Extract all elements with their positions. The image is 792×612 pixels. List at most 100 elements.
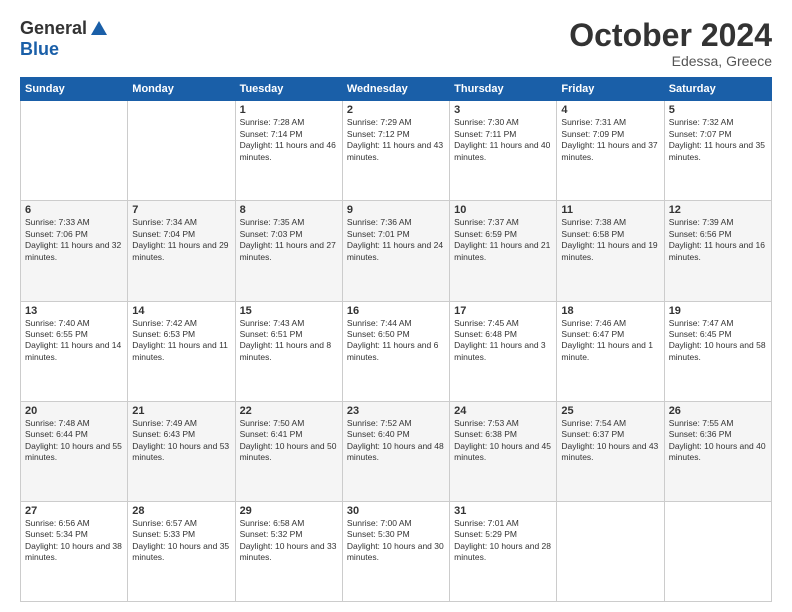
day-number: 19	[669, 305, 767, 317]
day-info: Sunrise: 7:42 AMSunset: 6:53 PMDaylight:…	[132, 318, 230, 364]
calendar-cell: 27Sunrise: 6:56 AMSunset: 5:34 PMDayligh…	[21, 501, 128, 601]
day-info: Sunrise: 6:56 AMSunset: 5:34 PMDaylight:…	[25, 518, 123, 564]
day-number: 10	[454, 204, 552, 216]
day-number: 11	[561, 204, 659, 216]
day-number: 26	[669, 405, 767, 417]
calendar-page: General Blue October 2024 Edessa, Greece…	[0, 0, 792, 612]
calendar-cell: 3Sunrise: 7:30 AMSunset: 7:11 PMDaylight…	[450, 101, 557, 201]
calendar-cell: 17Sunrise: 7:45 AMSunset: 6:48 PMDayligh…	[450, 301, 557, 401]
day-number: 14	[132, 305, 230, 317]
day-number: 22	[240, 405, 338, 417]
day-number: 3	[454, 104, 552, 116]
calendar-cell: 22Sunrise: 7:50 AMSunset: 6:41 PMDayligh…	[235, 401, 342, 501]
weekday-header: Saturday	[664, 78, 771, 101]
calendar-week-row: 13Sunrise: 7:40 AMSunset: 6:55 PMDayligh…	[21, 301, 772, 401]
weekday-header: Monday	[128, 78, 235, 101]
day-info: Sunrise: 7:00 AMSunset: 5:30 PMDaylight:…	[347, 518, 445, 564]
day-info: Sunrise: 7:50 AMSunset: 6:41 PMDaylight:…	[240, 418, 338, 464]
calendar-cell: 4Sunrise: 7:31 AMSunset: 7:09 PMDaylight…	[557, 101, 664, 201]
day-number: 30	[347, 505, 445, 517]
calendar-week-row: 27Sunrise: 6:56 AMSunset: 5:34 PMDayligh…	[21, 501, 772, 601]
day-number: 7	[132, 204, 230, 216]
day-info: Sunrise: 7:34 AMSunset: 7:04 PMDaylight:…	[132, 217, 230, 263]
calendar-cell: 11Sunrise: 7:38 AMSunset: 6:58 PMDayligh…	[557, 201, 664, 301]
day-info: Sunrise: 7:44 AMSunset: 6:50 PMDaylight:…	[347, 318, 445, 364]
calendar-cell: 7Sunrise: 7:34 AMSunset: 7:04 PMDaylight…	[128, 201, 235, 301]
calendar-cell: 14Sunrise: 7:42 AMSunset: 6:53 PMDayligh…	[128, 301, 235, 401]
day-info: Sunrise: 7:38 AMSunset: 6:58 PMDaylight:…	[561, 217, 659, 263]
day-number: 13	[25, 305, 123, 317]
day-info: Sunrise: 6:57 AMSunset: 5:33 PMDaylight:…	[132, 518, 230, 564]
calendar-cell: 12Sunrise: 7:39 AMSunset: 6:56 PMDayligh…	[664, 201, 771, 301]
calendar-cell: 28Sunrise: 6:57 AMSunset: 5:33 PMDayligh…	[128, 501, 235, 601]
day-number: 25	[561, 405, 659, 417]
location: Edessa, Greece	[569, 53, 772, 69]
calendar-cell: 24Sunrise: 7:53 AMSunset: 6:38 PMDayligh…	[450, 401, 557, 501]
title-area: October 2024 Edessa, Greece	[569, 18, 772, 69]
calendar-cell: 13Sunrise: 7:40 AMSunset: 6:55 PMDayligh…	[21, 301, 128, 401]
logo-blue: Blue	[20, 39, 59, 60]
logo-icon	[89, 19, 109, 39]
calendar-cell: 25Sunrise: 7:54 AMSunset: 6:37 PMDayligh…	[557, 401, 664, 501]
day-info: Sunrise: 7:01 AMSunset: 5:29 PMDaylight:…	[454, 518, 552, 564]
day-number: 9	[347, 204, 445, 216]
day-number: 20	[25, 405, 123, 417]
day-info: Sunrise: 7:53 AMSunset: 6:38 PMDaylight:…	[454, 418, 552, 464]
day-info: Sunrise: 7:48 AMSunset: 6:44 PMDaylight:…	[25, 418, 123, 464]
calendar-week-row: 1Sunrise: 7:28 AMSunset: 7:14 PMDaylight…	[21, 101, 772, 201]
calendar-cell: 8Sunrise: 7:35 AMSunset: 7:03 PMDaylight…	[235, 201, 342, 301]
calendar-cell: 15Sunrise: 7:43 AMSunset: 6:51 PMDayligh…	[235, 301, 342, 401]
weekday-header: Sunday	[21, 78, 128, 101]
day-info: Sunrise: 7:47 AMSunset: 6:45 PMDaylight:…	[669, 318, 767, 364]
logo: General Blue	[20, 18, 109, 60]
day-info: Sunrise: 7:28 AMSunset: 7:14 PMDaylight:…	[240, 117, 338, 163]
day-number: 12	[669, 204, 767, 216]
day-number: 31	[454, 505, 552, 517]
day-info: Sunrise: 7:46 AMSunset: 6:47 PMDaylight:…	[561, 318, 659, 364]
calendar-cell	[128, 101, 235, 201]
calendar-table: SundayMondayTuesdayWednesdayThursdayFrid…	[20, 77, 772, 602]
day-number: 8	[240, 204, 338, 216]
calendar-cell: 5Sunrise: 7:32 AMSunset: 7:07 PMDaylight…	[664, 101, 771, 201]
calendar-cell: 1Sunrise: 7:28 AMSunset: 7:14 PMDaylight…	[235, 101, 342, 201]
calendar-week-row: 6Sunrise: 7:33 AMSunset: 7:06 PMDaylight…	[21, 201, 772, 301]
weekday-header: Thursday	[450, 78, 557, 101]
calendar-cell: 6Sunrise: 7:33 AMSunset: 7:06 PMDaylight…	[21, 201, 128, 301]
day-info: Sunrise: 7:30 AMSunset: 7:11 PMDaylight:…	[454, 117, 552, 163]
calendar-cell: 26Sunrise: 7:55 AMSunset: 6:36 PMDayligh…	[664, 401, 771, 501]
day-info: Sunrise: 7:55 AMSunset: 6:36 PMDaylight:…	[669, 418, 767, 464]
logo-general: General	[20, 18, 87, 39]
day-info: Sunrise: 7:31 AMSunset: 7:09 PMDaylight:…	[561, 117, 659, 163]
day-info: Sunrise: 7:32 AMSunset: 7:07 PMDaylight:…	[669, 117, 767, 163]
day-info: Sunrise: 7:29 AMSunset: 7:12 PMDaylight:…	[347, 117, 445, 163]
day-number: 1	[240, 104, 338, 116]
day-number: 24	[454, 405, 552, 417]
calendar-cell: 19Sunrise: 7:47 AMSunset: 6:45 PMDayligh…	[664, 301, 771, 401]
weekday-header: Friday	[557, 78, 664, 101]
calendar-cell: 29Sunrise: 6:58 AMSunset: 5:32 PMDayligh…	[235, 501, 342, 601]
day-info: Sunrise: 7:49 AMSunset: 6:43 PMDaylight:…	[132, 418, 230, 464]
day-number: 18	[561, 305, 659, 317]
calendar-cell: 9Sunrise: 7:36 AMSunset: 7:01 PMDaylight…	[342, 201, 449, 301]
day-number: 23	[347, 405, 445, 417]
calendar-cell: 31Sunrise: 7:01 AMSunset: 5:29 PMDayligh…	[450, 501, 557, 601]
day-number: 21	[132, 405, 230, 417]
day-info: Sunrise: 6:58 AMSunset: 5:32 PMDaylight:…	[240, 518, 338, 564]
day-number: 2	[347, 104, 445, 116]
calendar-cell: 21Sunrise: 7:49 AMSunset: 6:43 PMDayligh…	[128, 401, 235, 501]
month-title: October 2024	[569, 18, 772, 53]
calendar-cell: 10Sunrise: 7:37 AMSunset: 6:59 PMDayligh…	[450, 201, 557, 301]
day-info: Sunrise: 7:33 AMSunset: 7:06 PMDaylight:…	[25, 217, 123, 263]
weekday-header: Tuesday	[235, 78, 342, 101]
weekday-header-row: SundayMondayTuesdayWednesdayThursdayFrid…	[21, 78, 772, 101]
day-number: 29	[240, 505, 338, 517]
day-info: Sunrise: 7:39 AMSunset: 6:56 PMDaylight:…	[669, 217, 767, 263]
calendar-cell	[21, 101, 128, 201]
day-number: 28	[132, 505, 230, 517]
calendar-cell	[557, 501, 664, 601]
day-number: 27	[25, 505, 123, 517]
day-number: 4	[561, 104, 659, 116]
day-number: 6	[25, 204, 123, 216]
calendar-cell	[664, 501, 771, 601]
calendar-week-row: 20Sunrise: 7:48 AMSunset: 6:44 PMDayligh…	[21, 401, 772, 501]
